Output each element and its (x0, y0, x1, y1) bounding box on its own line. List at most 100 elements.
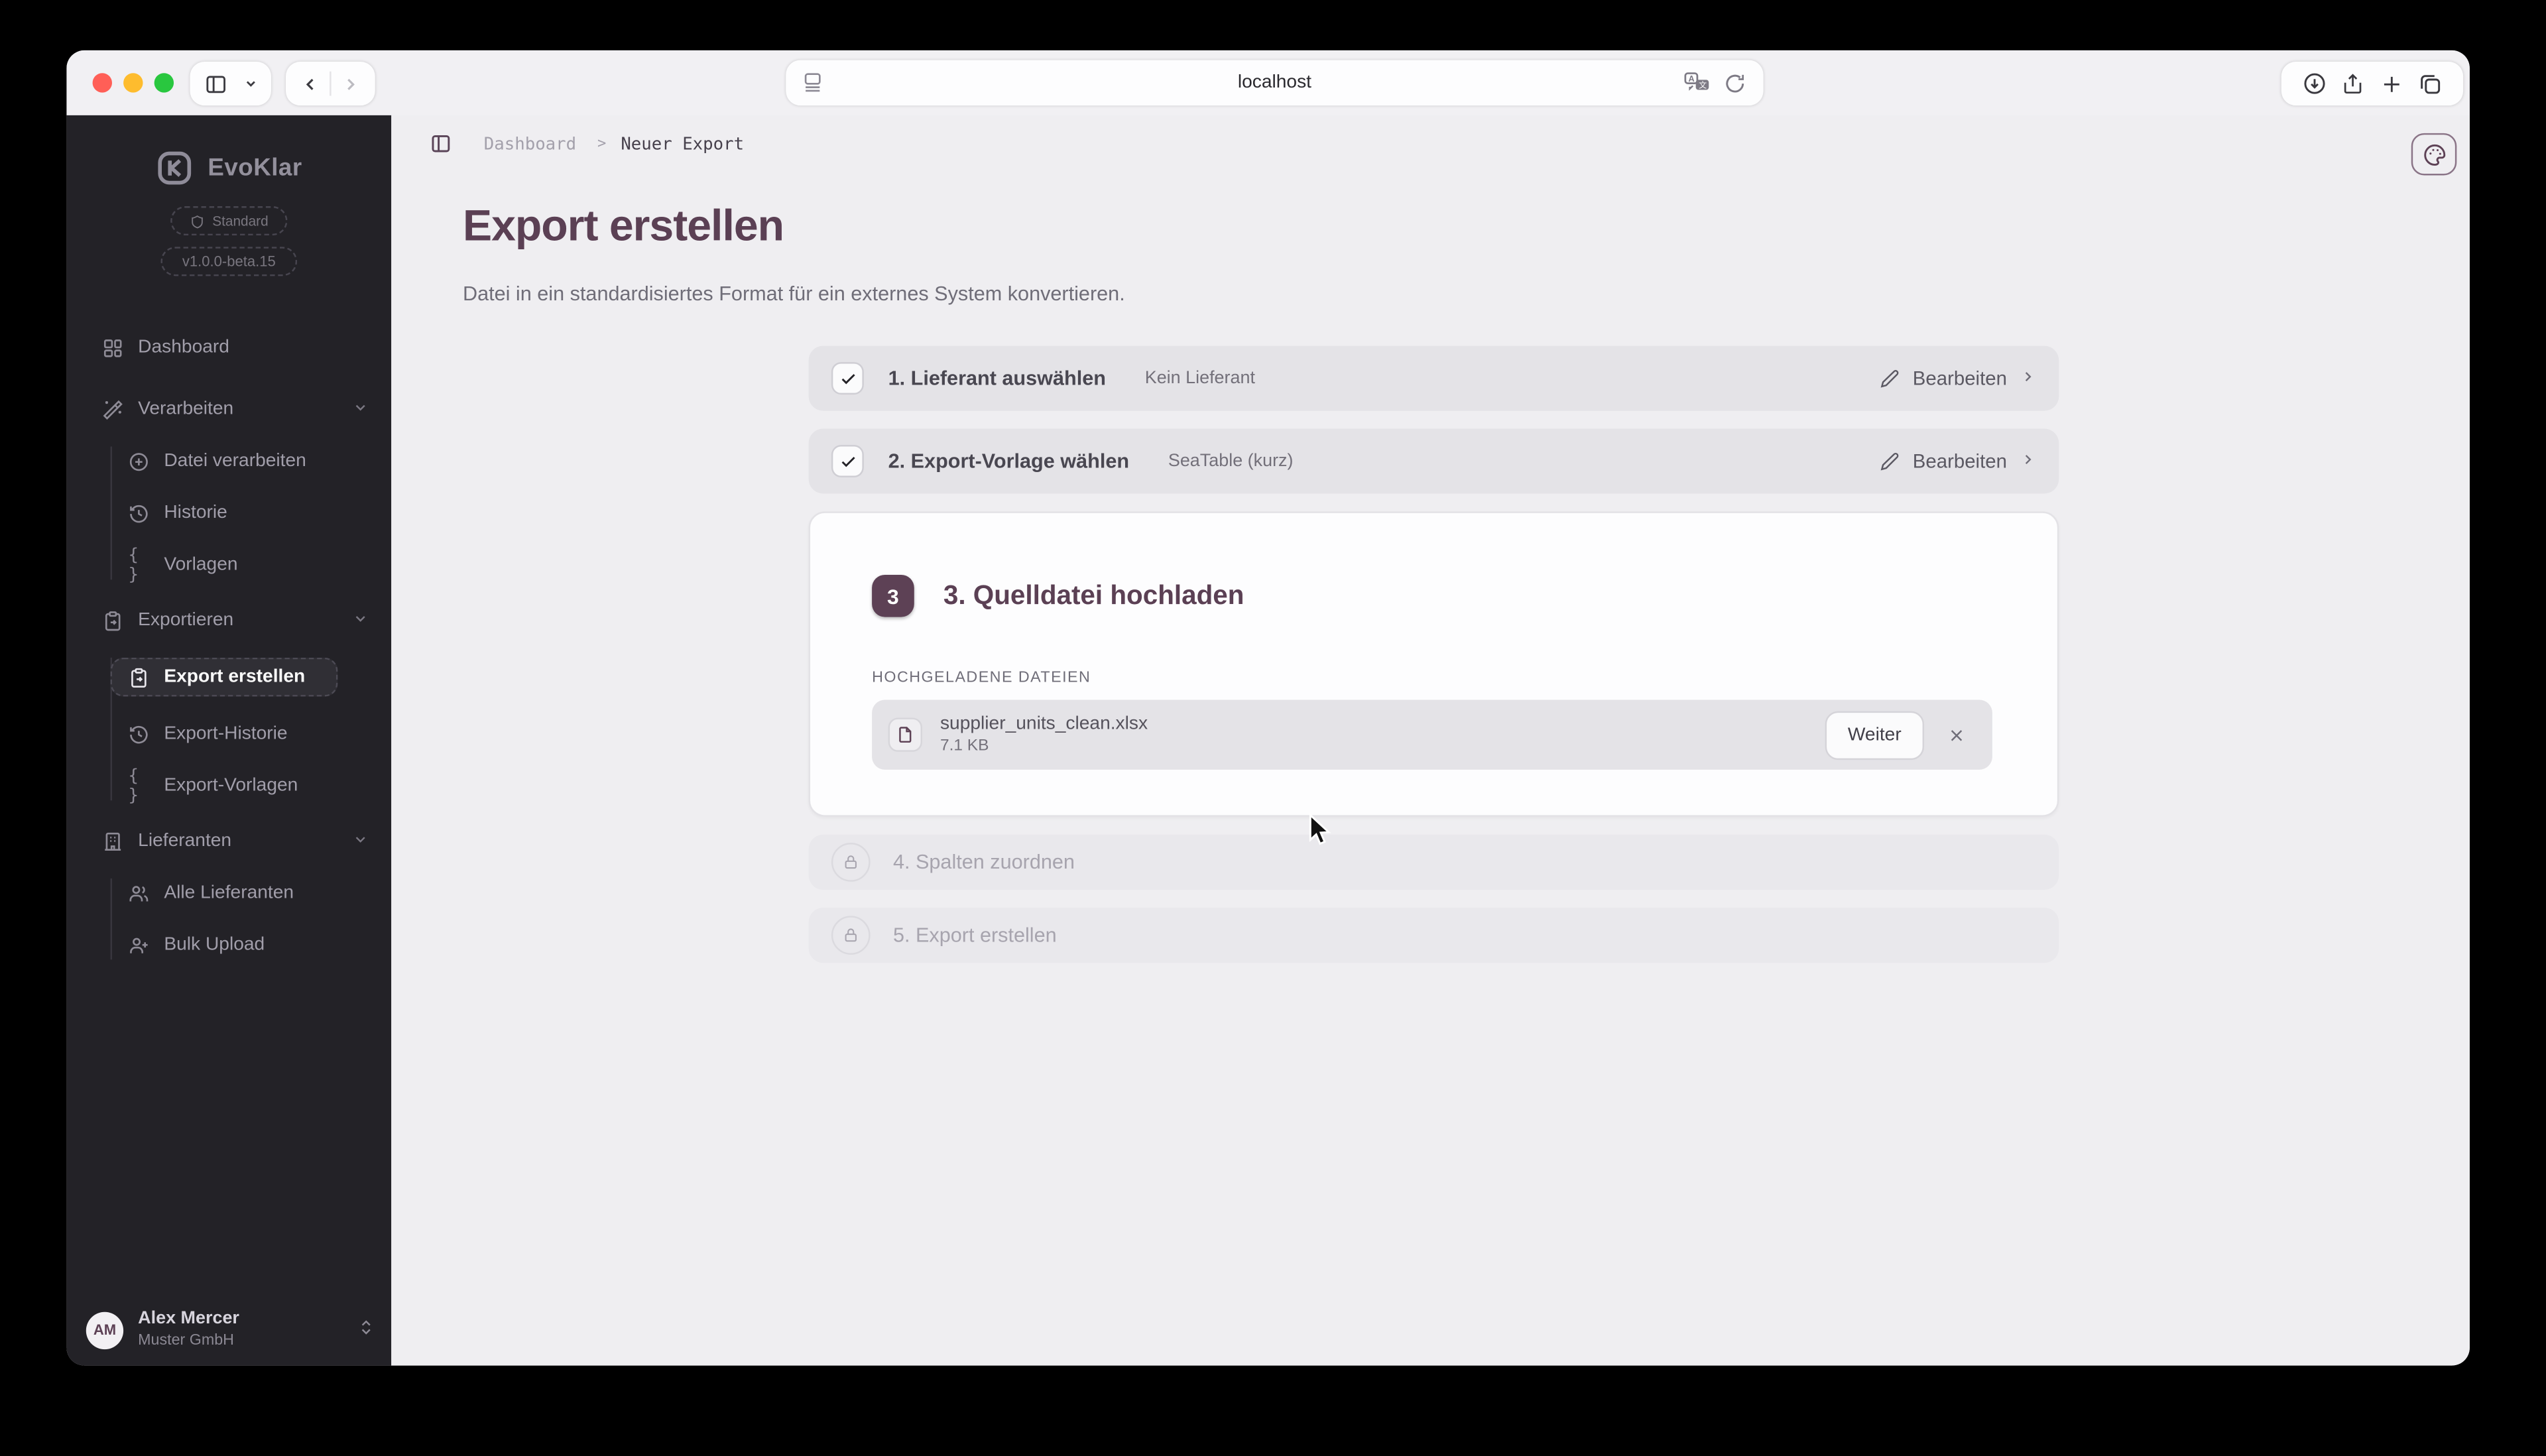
reader-view-icon[interactable] (802, 72, 823, 93)
address-bar[interactable]: localhost A文 (786, 60, 1764, 106)
sidebar-item-label: Export erstellen (164, 667, 306, 687)
forward-button[interactable] (341, 74, 360, 93)
sidebar-item-label: Vorlagen (164, 555, 238, 575)
close-icon (1951, 729, 1963, 741)
sidebar-item-label: Datei verarbeiten (164, 451, 306, 471)
step-2-row: 2. Export-Vorlage wählen SeaTable (kurz)… (808, 428, 2059, 494)
step-5-title: 5. Export erstellen (892, 924, 1057, 947)
braces-icon: { } (128, 545, 139, 585)
sidebar-item-label: Alle Lieferanten (164, 883, 294, 903)
plan-badge-label: Standard (212, 212, 269, 229)
history-nav-group (286, 62, 375, 106)
translate-icon[interactable]: A文 (1684, 72, 1710, 94)
user-name: Alex Mercer (138, 1309, 239, 1329)
sidebar: EvoKlar Standard v1.0.0-beta.15 Dashboar… (66, 115, 392, 1366)
downloads-icon[interactable] (2303, 72, 2327, 96)
close-window-button[interactable] (92, 73, 112, 93)
chevron-down-icon (352, 831, 368, 852)
exportieren-subnav: Export erstellen Export-Historie { } Exp… (110, 657, 369, 806)
sidebar-toggle-group (190, 62, 271, 106)
toolbar-divider (330, 71, 332, 96)
new-tab-icon[interactable] (2380, 72, 2402, 95)
main-content: Dashboard > Neuer Export Export erstelle… (391, 115, 2470, 1366)
check-icon (831, 362, 864, 395)
plan-badge: Standard (170, 206, 288, 236)
remove-file-button[interactable] (1947, 725, 1966, 744)
palette-icon (2423, 143, 2445, 165)
building-icon (102, 831, 123, 852)
sidebar-item-export-vorlagen[interactable]: { } Export-Vorlagen (128, 766, 368, 806)
edit-label: Bearbeiten (1912, 367, 2007, 390)
file-icon (888, 717, 923, 752)
theme-palette-button[interactable] (2411, 133, 2457, 176)
browser-toolbar: localhost A文 (66, 50, 2470, 115)
pencil-icon (1880, 370, 1899, 388)
reload-icon[interactable] (1725, 72, 1746, 93)
panel-toggle-icon[interactable] (430, 133, 452, 154)
avatar: AM (86, 1311, 124, 1349)
toolbar-actions-group (2281, 62, 2464, 106)
chevron-down-icon[interactable] (243, 76, 258, 91)
breadcrumb-current: Neuer Export (621, 134, 745, 154)
history-icon (128, 503, 149, 524)
sidebar-section-lieferanten[interactable]: Lieferanten (102, 827, 369, 856)
dashboard-icon (102, 337, 123, 358)
breadcrumb: Dashboard > Neuer Export (430, 133, 744, 154)
browser-sidebar-icon[interactable] (205, 72, 227, 95)
sidebar-item-dashboard[interactable]: Dashboard (102, 333, 369, 362)
pencil-icon (1880, 452, 1899, 471)
sidebar-item-label: Lieferanten (138, 831, 232, 851)
edit-label: Bearbeiten (1912, 450, 2007, 473)
breadcrumb-parent[interactable]: Dashboard (484, 134, 576, 153)
check-icon (831, 445, 864, 478)
app-name: EvoKlar (208, 154, 302, 182)
app-logo: EvoKlar (66, 149, 391, 186)
chevron-down-icon (352, 610, 368, 631)
sidebar-item-vorlagen[interactable]: { } Vorlagen (128, 546, 368, 585)
sidebar-item-datei-verarbeiten[interactable]: Datei verarbeiten (128, 446, 368, 475)
zoom-window-button[interactable] (154, 73, 174, 93)
back-button[interactable] (300, 74, 320, 93)
sidebar-item-bulk-upload[interactable]: Bulk Upload (128, 930, 368, 959)
page-subtitle: Datei in ein standardisiertes Format für… (462, 282, 1125, 306)
clipboard-export-icon (102, 610, 123, 631)
sidebar-item-export-historie[interactable]: Export-Historie (128, 719, 368, 749)
user-plus-icon (128, 934, 149, 955)
sidebar-item-historie[interactable]: Historie (128, 499, 368, 528)
step-3-card: 3 3. Quelldatei hochladen HOCHGELADENE D… (808, 511, 2059, 817)
sidebar-item-export-erstellen[interactable]: Export erstellen (110, 657, 338, 697)
sidebar-item-alle-lieferanten[interactable]: Alle Lieferanten (128, 879, 368, 908)
sidebar-item-label: Exportieren (138, 610, 234, 631)
continue-button[interactable]: Weiter (1825, 710, 1925, 759)
url-text[interactable]: localhost (1238, 73, 1311, 92)
step-3-title: 3. Quelldatei hochladen (943, 580, 1244, 610)
step-2-edit-button[interactable]: Bearbeiten (1880, 450, 2036, 473)
step-number-badge: 3 (872, 574, 914, 617)
chevron-right-icon (2020, 450, 2036, 472)
sidebar-section-exportieren[interactable]: Exportieren (102, 605, 369, 635)
share-icon[interactable] (2342, 72, 2364, 96)
file-size: 7.1 KB (940, 737, 989, 756)
sidebar-section-verarbeiten[interactable]: Verarbeiten (102, 394, 369, 424)
users-icon (128, 882, 149, 904)
chevrons-up-down-icon (357, 1315, 375, 1345)
step-1-row: 1. Lieferant auswählen Kein Lieferant Be… (808, 345, 2059, 411)
minimize-window-button[interactable] (123, 73, 143, 93)
shield-icon (191, 214, 203, 228)
evoklar-logo-icon (158, 151, 192, 185)
sidebar-item-label: Dashboard (138, 337, 229, 357)
step-1-title: 1. Lieferant auswählen (888, 367, 1106, 390)
sidebar-item-label: Verarbeiten (138, 399, 234, 419)
lock-icon (831, 916, 871, 955)
step-1-edit-button[interactable]: Bearbeiten (1880, 367, 2036, 390)
svg-text:A: A (1689, 74, 1695, 84)
step-1-value: Kein Lieferant (1144, 368, 1255, 389)
wand-icon (102, 398, 123, 420)
step-4-row: 4. Spalten zuordnen (808, 834, 2059, 890)
lock-icon (831, 843, 871, 882)
tab-overview-icon[interactable] (2417, 72, 2442, 96)
sidebar-item-label: Historie (164, 503, 227, 523)
history-icon (128, 723, 149, 745)
breadcrumb-separator: > (597, 135, 607, 152)
user-menu[interactable]: AM Alex Mercer Muster GmbH (86, 1309, 375, 1351)
